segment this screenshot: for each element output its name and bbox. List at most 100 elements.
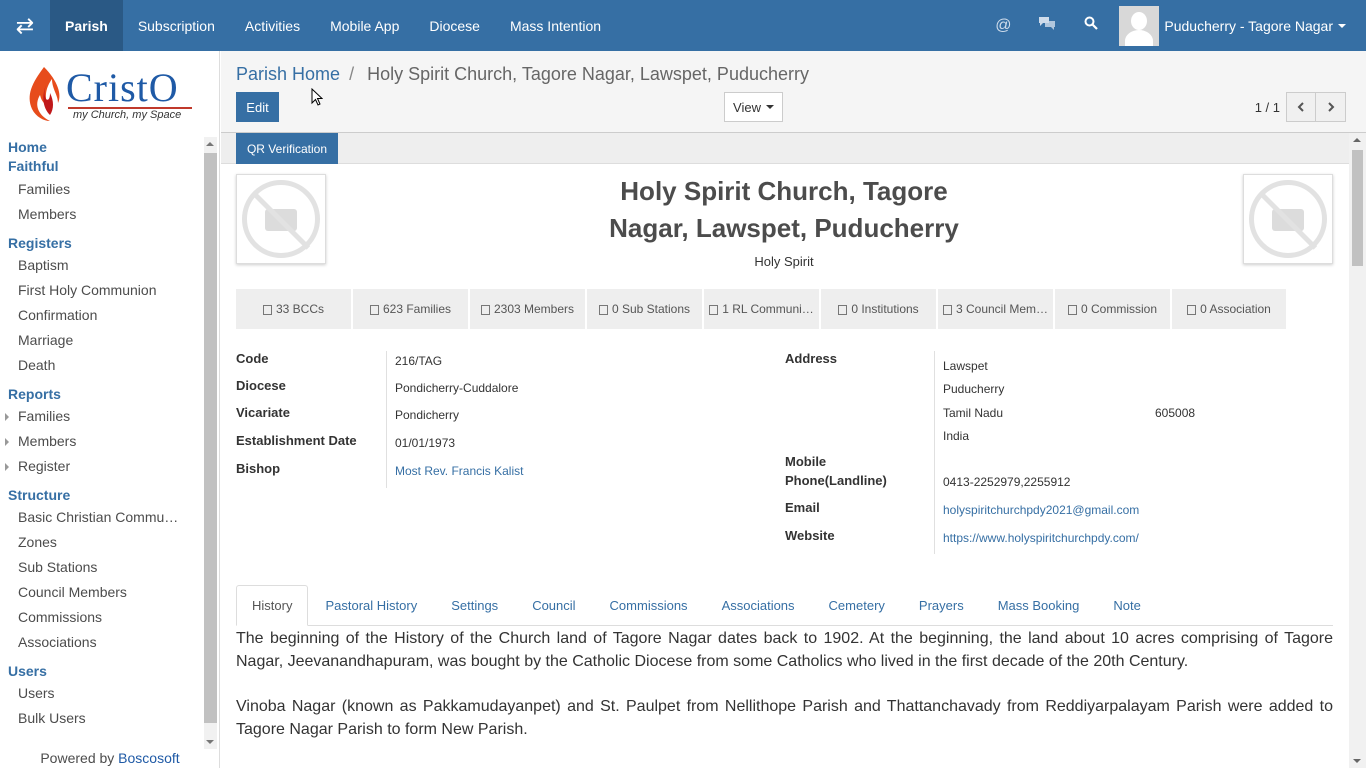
field-value-website[interactable]: https://www.holyspiritchurchpdy.com/ [943, 531, 1139, 545]
cristo-logo[interactable]: CristO my Church, my Space [24, 65, 196, 125]
at-sign-icon[interactable]: @ [981, 17, 1025, 35]
sidebar-section-structure[interactable]: Structure [0, 485, 204, 505]
chat-icon[interactable] [1025, 16, 1069, 35]
sidebar-section-home[interactable]: Home [0, 137, 204, 156]
avatar [1119, 5, 1160, 46]
breadcrumb-parish-home[interactable]: Parish Home [236, 64, 340, 84]
sidebar-scrollbar[interactable] [204, 137, 217, 749]
pager-next-button[interactable] [1316, 92, 1346, 122]
sidebar-item-users[interactable]: Users [0, 681, 204, 706]
menu-parish[interactable]: Parish [50, 0, 123, 51]
smart-button-sub-stations[interactable]: 0 Sub Stations [587, 289, 704, 329]
sidebar-item-sub-stations[interactable]: Sub Stations [0, 555, 204, 580]
main-menu: Parish Subscription Activities Mobile Ap… [50, 0, 616, 51]
tab-note[interactable]: Note [1096, 585, 1157, 626]
scroll-up-icon[interactable] [1353, 138, 1361, 142]
field-code: Code 216/TAG [236, 351, 766, 378]
sidebar-item-associations[interactable]: Associations [0, 630, 204, 655]
sidebar-item-label: Members [18, 433, 77, 449]
sidebar-section-users[interactable]: Users [0, 661, 204, 681]
sidebar-item-bcc[interactable]: Basic Christian Commu… [0, 505, 204, 530]
scroll-up-icon[interactable] [206, 142, 214, 146]
smart-button-members[interactable]: 2303 Members [470, 289, 587, 329]
chat-icon-svg [1039, 17, 1056, 30]
smart-button-rl-communities[interactable]: 1 RL Communi… [704, 289, 821, 329]
tab-history[interactable]: History [236, 585, 309, 626]
pager-value[interactable]: 1 / 1 [1255, 100, 1280, 115]
smart-button-families[interactable]: 623 Families [353, 289, 470, 329]
history-content: The beginning of the History of the Chur… [236, 627, 1333, 763]
sidebar-item-bulk-users[interactable]: Bulk Users [0, 706, 204, 731]
field-label: Vicariate [236, 405, 290, 420]
sidebar-item-marriage[interactable]: Marriage [0, 328, 204, 353]
user-menu[interactable]: Puducherry - Tagore Nagar [1113, 0, 1366, 51]
smart-button-label: 0 Institutions [851, 302, 919, 316]
view-dropdown-label: View [733, 99, 761, 115]
tab-commissions[interactable]: Commissions [593, 585, 705, 626]
menu-subscription[interactable]: Subscription [123, 0, 230, 51]
field-value-email[interactable]: holyspiritchurchpdy2021@gmail.com [943, 503, 1139, 517]
sidebar-item-report-members[interactable]: Members [0, 429, 204, 454]
parish-image-placeholder[interactable] [236, 174, 326, 264]
edit-button[interactable]: Edit [236, 92, 279, 122]
sidebar-item-death[interactable]: Death [0, 353, 204, 378]
qr-verification-button[interactable]: QR Verification [236, 133, 338, 164]
tab-council[interactable]: Council [515, 585, 592, 626]
sidebar-item-report-register[interactable]: Register [0, 454, 204, 479]
menu-mobile-app[interactable]: Mobile App [315, 0, 414, 51]
menu-diocese[interactable]: Diocese [414, 0, 495, 51]
sidebar-item-confirmation[interactable]: Confirmation [0, 303, 204, 328]
tab-prayers[interactable]: Prayers [902, 585, 981, 626]
external-link-icon [1187, 305, 1197, 315]
sidebar-item-baptism[interactable]: Baptism [0, 253, 204, 278]
sidebar-item-commissions[interactable]: Commissions [0, 605, 204, 630]
field-label: Address [785, 351, 838, 366]
sidebar-item-members[interactable]: Members [0, 202, 204, 227]
parish-patron: Holy Spirit [754, 254, 814, 269]
sidebar: CristO my Church, my Space Home Faithful… [0, 51, 220, 768]
sidebar-item-council-members[interactable]: Council Members [0, 580, 204, 605]
no-image-icon [1249, 180, 1327, 258]
parish-logo-placeholder[interactable] [1243, 174, 1333, 264]
tab-mass-booking[interactable]: Mass Booking [981, 585, 1097, 626]
toggle-apps-icon[interactable]: ⇄ [0, 0, 50, 51]
field-label: Email [785, 500, 820, 515]
sidebar-item-first-holy-communion[interactable]: First Holy Communion [0, 278, 204, 303]
smart-button-association[interactable]: 0 Association [1172, 289, 1288, 329]
chevron-right-icon [1327, 102, 1334, 112]
field-establishment-date: Establishment Date 01/01/1973 [236, 433, 766, 461]
view-dropdown[interactable]: View [724, 92, 783, 122]
smart-button-commission[interactable]: 0 Commission [1055, 289, 1172, 329]
field-value-bishop[interactable]: Most Rev. Francis Kalist [395, 464, 523, 478]
scroll-down-icon[interactable] [206, 740, 214, 744]
sidebar-item-families[interactable]: Families [0, 177, 204, 202]
navbar-right: @ Puducherry - Tagore Nagar [981, 0, 1366, 51]
pager-previous-button[interactable] [1286, 92, 1316, 122]
menu-activities[interactable]: Activities [230, 0, 315, 51]
powered-by-brand[interactable]: Boscosoft [118, 750, 179, 766]
tab-settings[interactable]: Settings [434, 585, 515, 626]
main-scrollbar[interactable] [1349, 133, 1366, 768]
scrollbar-thumb[interactable] [1352, 150, 1363, 266]
left-field-group: Code 216/TAG Diocese Pondicherry-Cuddalo… [236, 351, 766, 488]
sidebar-item-zones[interactable]: Zones [0, 530, 204, 555]
tab-associations[interactable]: Associations [705, 585, 812, 626]
tab-pastoral-history[interactable]: Pastoral History [308, 585, 434, 626]
scrollbar-thumb[interactable] [204, 153, 217, 723]
sidebar-section-faithful[interactable]: Faithful [0, 156, 204, 177]
tab-cemetery[interactable]: Cemetery [812, 585, 902, 626]
external-link-icon [709, 305, 719, 315]
field-value-code: 216/TAG [395, 354, 443, 368]
sidebar-item-label: Families [18, 408, 71, 424]
smart-button-council-members[interactable]: 3 Council Mem… [938, 289, 1055, 329]
scroll-down-icon[interactable] [1353, 759, 1361, 763]
field-value-phone: 0413-2252979,2255912 [943, 475, 1071, 489]
smart-button-institutions[interactable]: 0 Institutions [821, 289, 938, 329]
external-link-icon [262, 305, 272, 315]
sidebar-section-reports[interactable]: Reports [0, 384, 204, 404]
menu-mass-intention[interactable]: Mass Intention [495, 0, 616, 51]
smart-button-bccs[interactable]: 33 BCCs [236, 289, 353, 329]
sidebar-section-registers[interactable]: Registers [0, 233, 204, 253]
search-icon[interactable] [1069, 16, 1113, 35]
sidebar-item-report-families[interactable]: Families [0, 404, 204, 429]
